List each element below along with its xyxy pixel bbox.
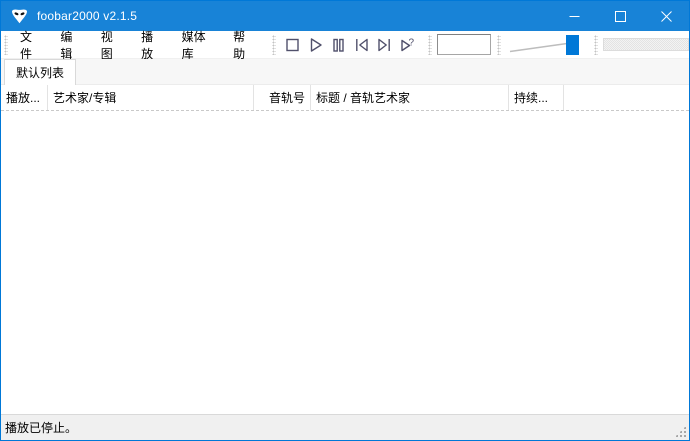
- toolbar-grip-order[interactable]: [428, 35, 432, 55]
- volume-slider[interactable]: [505, 31, 587, 59]
- status-text: 播放已停止。: [5, 419, 77, 436]
- column-duration[interactable]: 持续...: [509, 85, 564, 110]
- window-title: foobar2000 v2.1.5: [37, 9, 137, 23]
- playlist-body[interactable]: [1, 111, 689, 414]
- seekbar[interactable]: [603, 38, 689, 51]
- main-toolbar: 文件 编辑 视图 播放 媒体库 帮助: [1, 31, 689, 59]
- column-playing[interactable]: 播放...: [1, 85, 48, 110]
- svg-text:?: ?: [408, 38, 414, 49]
- status-bar: 播放已停止。: [1, 414, 689, 440]
- pause-icon[interactable]: [327, 33, 350, 57]
- column-artist-album[interactable]: 艺术家/专辑: [48, 85, 254, 110]
- column-empty: [564, 85, 689, 110]
- random-icon[interactable]: ?: [396, 33, 419, 57]
- stop-icon[interactable]: [281, 33, 304, 57]
- menu-playback[interactable]: 播放: [132, 31, 172, 58]
- menu-help[interactable]: 帮助: [224, 31, 264, 58]
- minimize-icon[interactable]: [551, 1, 597, 31]
- volume-track: [510, 43, 567, 51]
- maximize-icon[interactable]: [597, 1, 643, 31]
- playback-buttons: ?: [281, 33, 419, 57]
- close-icon[interactable]: [643, 1, 689, 31]
- app-window: foobar2000 v2.1.5 文件 编辑 视图 播放 媒体库 帮助: [0, 0, 690, 441]
- column-track-number[interactable]: 音轨号: [254, 85, 311, 110]
- toolbar-grip-seekbar[interactable]: [594, 35, 598, 55]
- volume-handle: [566, 35, 579, 55]
- next-icon[interactable]: [373, 33, 396, 57]
- toolbar-grip-volume[interactable]: [497, 35, 501, 55]
- playback-order-combobox[interactable]: [437, 34, 491, 55]
- toolbar-grip-menu[interactable]: [4, 35, 8, 55]
- toolbar-grip-playback[interactable]: [272, 35, 276, 55]
- menu-bar: 文件 编辑 视图 播放 媒体库 帮助: [11, 31, 265, 58]
- menu-edit[interactable]: 编辑: [51, 31, 91, 58]
- play-icon[interactable]: [304, 33, 327, 57]
- menu-library[interactable]: 媒体库: [173, 31, 225, 58]
- titlebar[interactable]: foobar2000 v2.1.5: [1, 1, 689, 31]
- column-title-artist[interactable]: 标题 / 音轨艺术家: [311, 85, 509, 110]
- tab-default-playlist[interactable]: 默认列表: [4, 59, 76, 85]
- menu-view[interactable]: 视图: [92, 31, 132, 58]
- playlist-tabstrip: 默认列表: [1, 59, 689, 85]
- menu-file[interactable]: 文件: [11, 31, 51, 58]
- playlist-header: 播放... 艺术家/专辑 音轨号 标题 / 音轨艺术家 持续...: [1, 85, 689, 111]
- foobar2000-logo-icon: [10, 6, 30, 26]
- previous-icon[interactable]: [350, 33, 373, 57]
- caption-buttons: [551, 1, 689, 31]
- resize-grip-icon[interactable]: [674, 425, 687, 438]
